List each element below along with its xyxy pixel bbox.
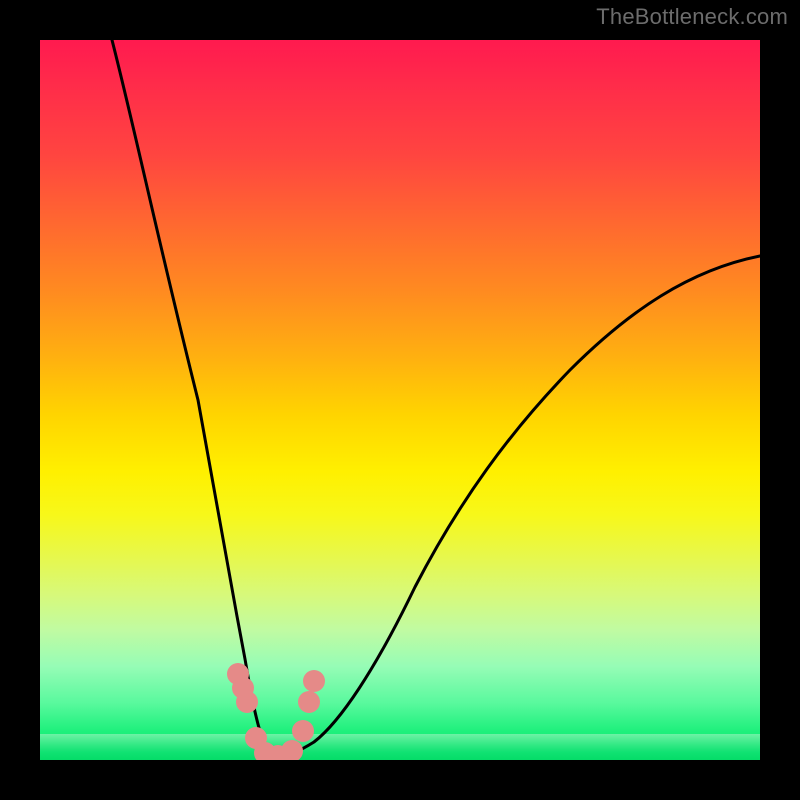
curve-path: [112, 40, 760, 756]
marker-dot: [303, 670, 325, 692]
chart-frame: TheBottleneck.com: [0, 0, 800, 800]
bottleneck-curve: [40, 40, 760, 760]
marker-dot: [298, 691, 320, 713]
plot-area: [40, 40, 760, 760]
marker-dot: [281, 740, 303, 760]
watermark-text: TheBottleneck.com: [596, 4, 788, 30]
marker-dot: [292, 720, 314, 742]
marker-dot: [236, 691, 258, 713]
